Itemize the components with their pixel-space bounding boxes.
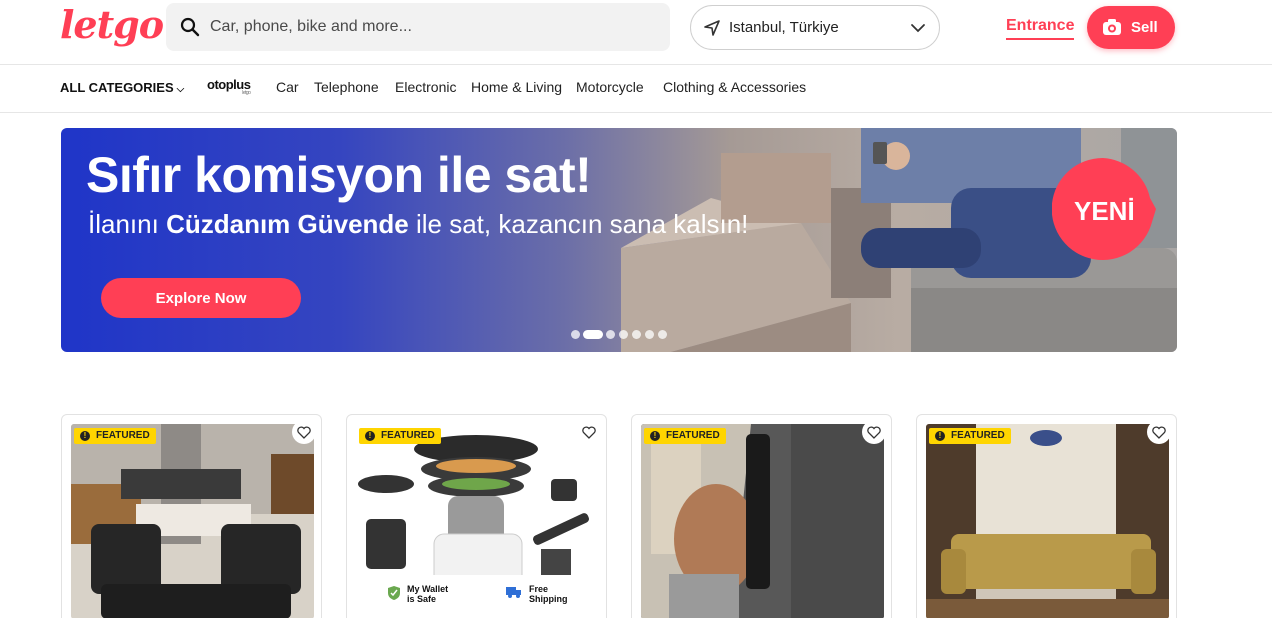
location-selector[interactable]: Istanbul, Türkiye — [690, 5, 940, 50]
featured-badge: ! FEATURED — [74, 428, 156, 444]
heart-icon — [582, 426, 596, 439]
listing-card[interactable]: ! FEATURED — [916, 414, 1177, 618]
category-home-living[interactable]: Home & Living — [471, 79, 562, 95]
bolt-icon: ! — [80, 431, 90, 441]
all-categories-button[interactable]: ALL CATEGORIES ⌵ — [60, 80, 184, 95]
category-telephone[interactable]: Telephone — [314, 79, 379, 95]
carousel-dot[interactable] — [619, 330, 628, 339]
favorite-button[interactable] — [862, 420, 886, 444]
top-header: letgo Istanbul, Türkiye Entrance Sell — [0, 0, 1272, 65]
heart-icon — [297, 426, 311, 439]
location-text: Istanbul, Türkiye — [729, 19, 839, 36]
listing-image — [641, 424, 884, 618]
search-icon — [180, 17, 200, 37]
category-motorcycle[interactable]: Motorcycle — [576, 79, 644, 95]
featured-label: FEATURED — [951, 430, 1005, 441]
sell-label: Sell — [1131, 19, 1158, 36]
camera-icon — [1103, 19, 1121, 35]
carousel-dot[interactable] — [645, 330, 654, 339]
search-input[interactable] — [210, 13, 650, 41]
banner-subtitle: İlanını Cüzdanım Güvende ile sat, kazanc… — [88, 209, 748, 240]
search-bar[interactable] — [166, 3, 670, 51]
category-car[interactable]: Car — [276, 79, 299, 95]
carousel-dot[interactable] — [571, 330, 580, 339]
entrance-link[interactable]: Entrance — [1006, 17, 1075, 40]
location-arrow-icon — [704, 20, 720, 36]
banner-subtitle-pre: İlanını — [88, 209, 167, 239]
listing-card[interactable]: ! FEATURED My Wallet is Safe Free Shippin… — [346, 414, 607, 618]
heart-icon — [1152, 426, 1166, 439]
listing-card[interactable]: ! FEATURED — [61, 414, 322, 618]
carousel-dot[interactable] — [632, 330, 641, 339]
all-categories-label: ALL CATEGORIES — [60, 80, 174, 95]
chevron-down-icon: ⌵ — [176, 84, 185, 95]
category-bar: ALL CATEGORIES ⌵ otoplus letgo Car Teleph… — [0, 66, 1272, 113]
sofa-photo — [926, 424, 1169, 618]
bolt-icon: ! — [365, 431, 375, 441]
wallet-safe-label: My Wallet is Safe — [407, 584, 449, 604]
sell-button[interactable]: Sell — [1087, 6, 1175, 49]
new-badge-label: YENİ — [1074, 196, 1135, 226]
carousel-dot[interactable] — [658, 330, 667, 339]
letgo-logo[interactable]: letgo — [60, 2, 164, 47]
banner-title: Sıfır komisyon ile sat! — [86, 147, 592, 203]
free-shipping-label: Free Shipping — [529, 584, 568, 604]
category-clothing-accessories[interactable]: Clothing & Accessories — [663, 79, 806, 95]
wallet-shipping-strip: My Wallet is Safe Free Shipping — [361, 575, 577, 611]
otoplus-link[interactable]: otoplus letgo — [207, 77, 251, 96]
featured-badge: ! FEATURED — [644, 428, 726, 444]
favorite-button[interactable] — [292, 420, 316, 444]
chevron-down-icon — [911, 24, 925, 33]
featured-badge: ! FEATURED — [929, 428, 1011, 444]
category-electronic[interactable]: Electronic — [395, 79, 456, 95]
office-furniture-photo — [71, 424, 314, 618]
featured-label: FEATURED — [381, 430, 435, 441]
shield-check-icon — [388, 586, 400, 600]
promo-banner[interactable]: Sıfır komisyon ile sat! İlanını Cüzdanım… — [61, 128, 1177, 352]
carousel-dot-active[interactable] — [583, 330, 603, 339]
listing-image — [71, 424, 314, 618]
banner-subtitle-bold: Cüzdanım Güvende — [166, 209, 409, 239]
bolt-icon: ! — [935, 431, 945, 441]
truck-icon — [506, 587, 521, 598]
carousel-dot[interactable] — [606, 330, 615, 339]
featured-badge: ! FEATURED — [359, 428, 441, 444]
banner-subtitle-post: ile sat, kazancın sana kalsın! — [408, 209, 749, 239]
heart-icon — [867, 426, 881, 439]
favorite-button[interactable] — [1147, 420, 1171, 444]
phone-in-hand-photo — [641, 424, 884, 618]
bolt-icon: ! — [650, 431, 660, 441]
featured-label: FEATURED — [96, 430, 150, 441]
listing-card[interactable]: ! FEATURED — [631, 414, 892, 618]
featured-label: FEATURED — [666, 430, 720, 441]
favorite-button[interactable] — [577, 420, 601, 444]
listing-image — [926, 424, 1169, 618]
explore-now-button[interactable]: Explore Now — [101, 278, 301, 318]
